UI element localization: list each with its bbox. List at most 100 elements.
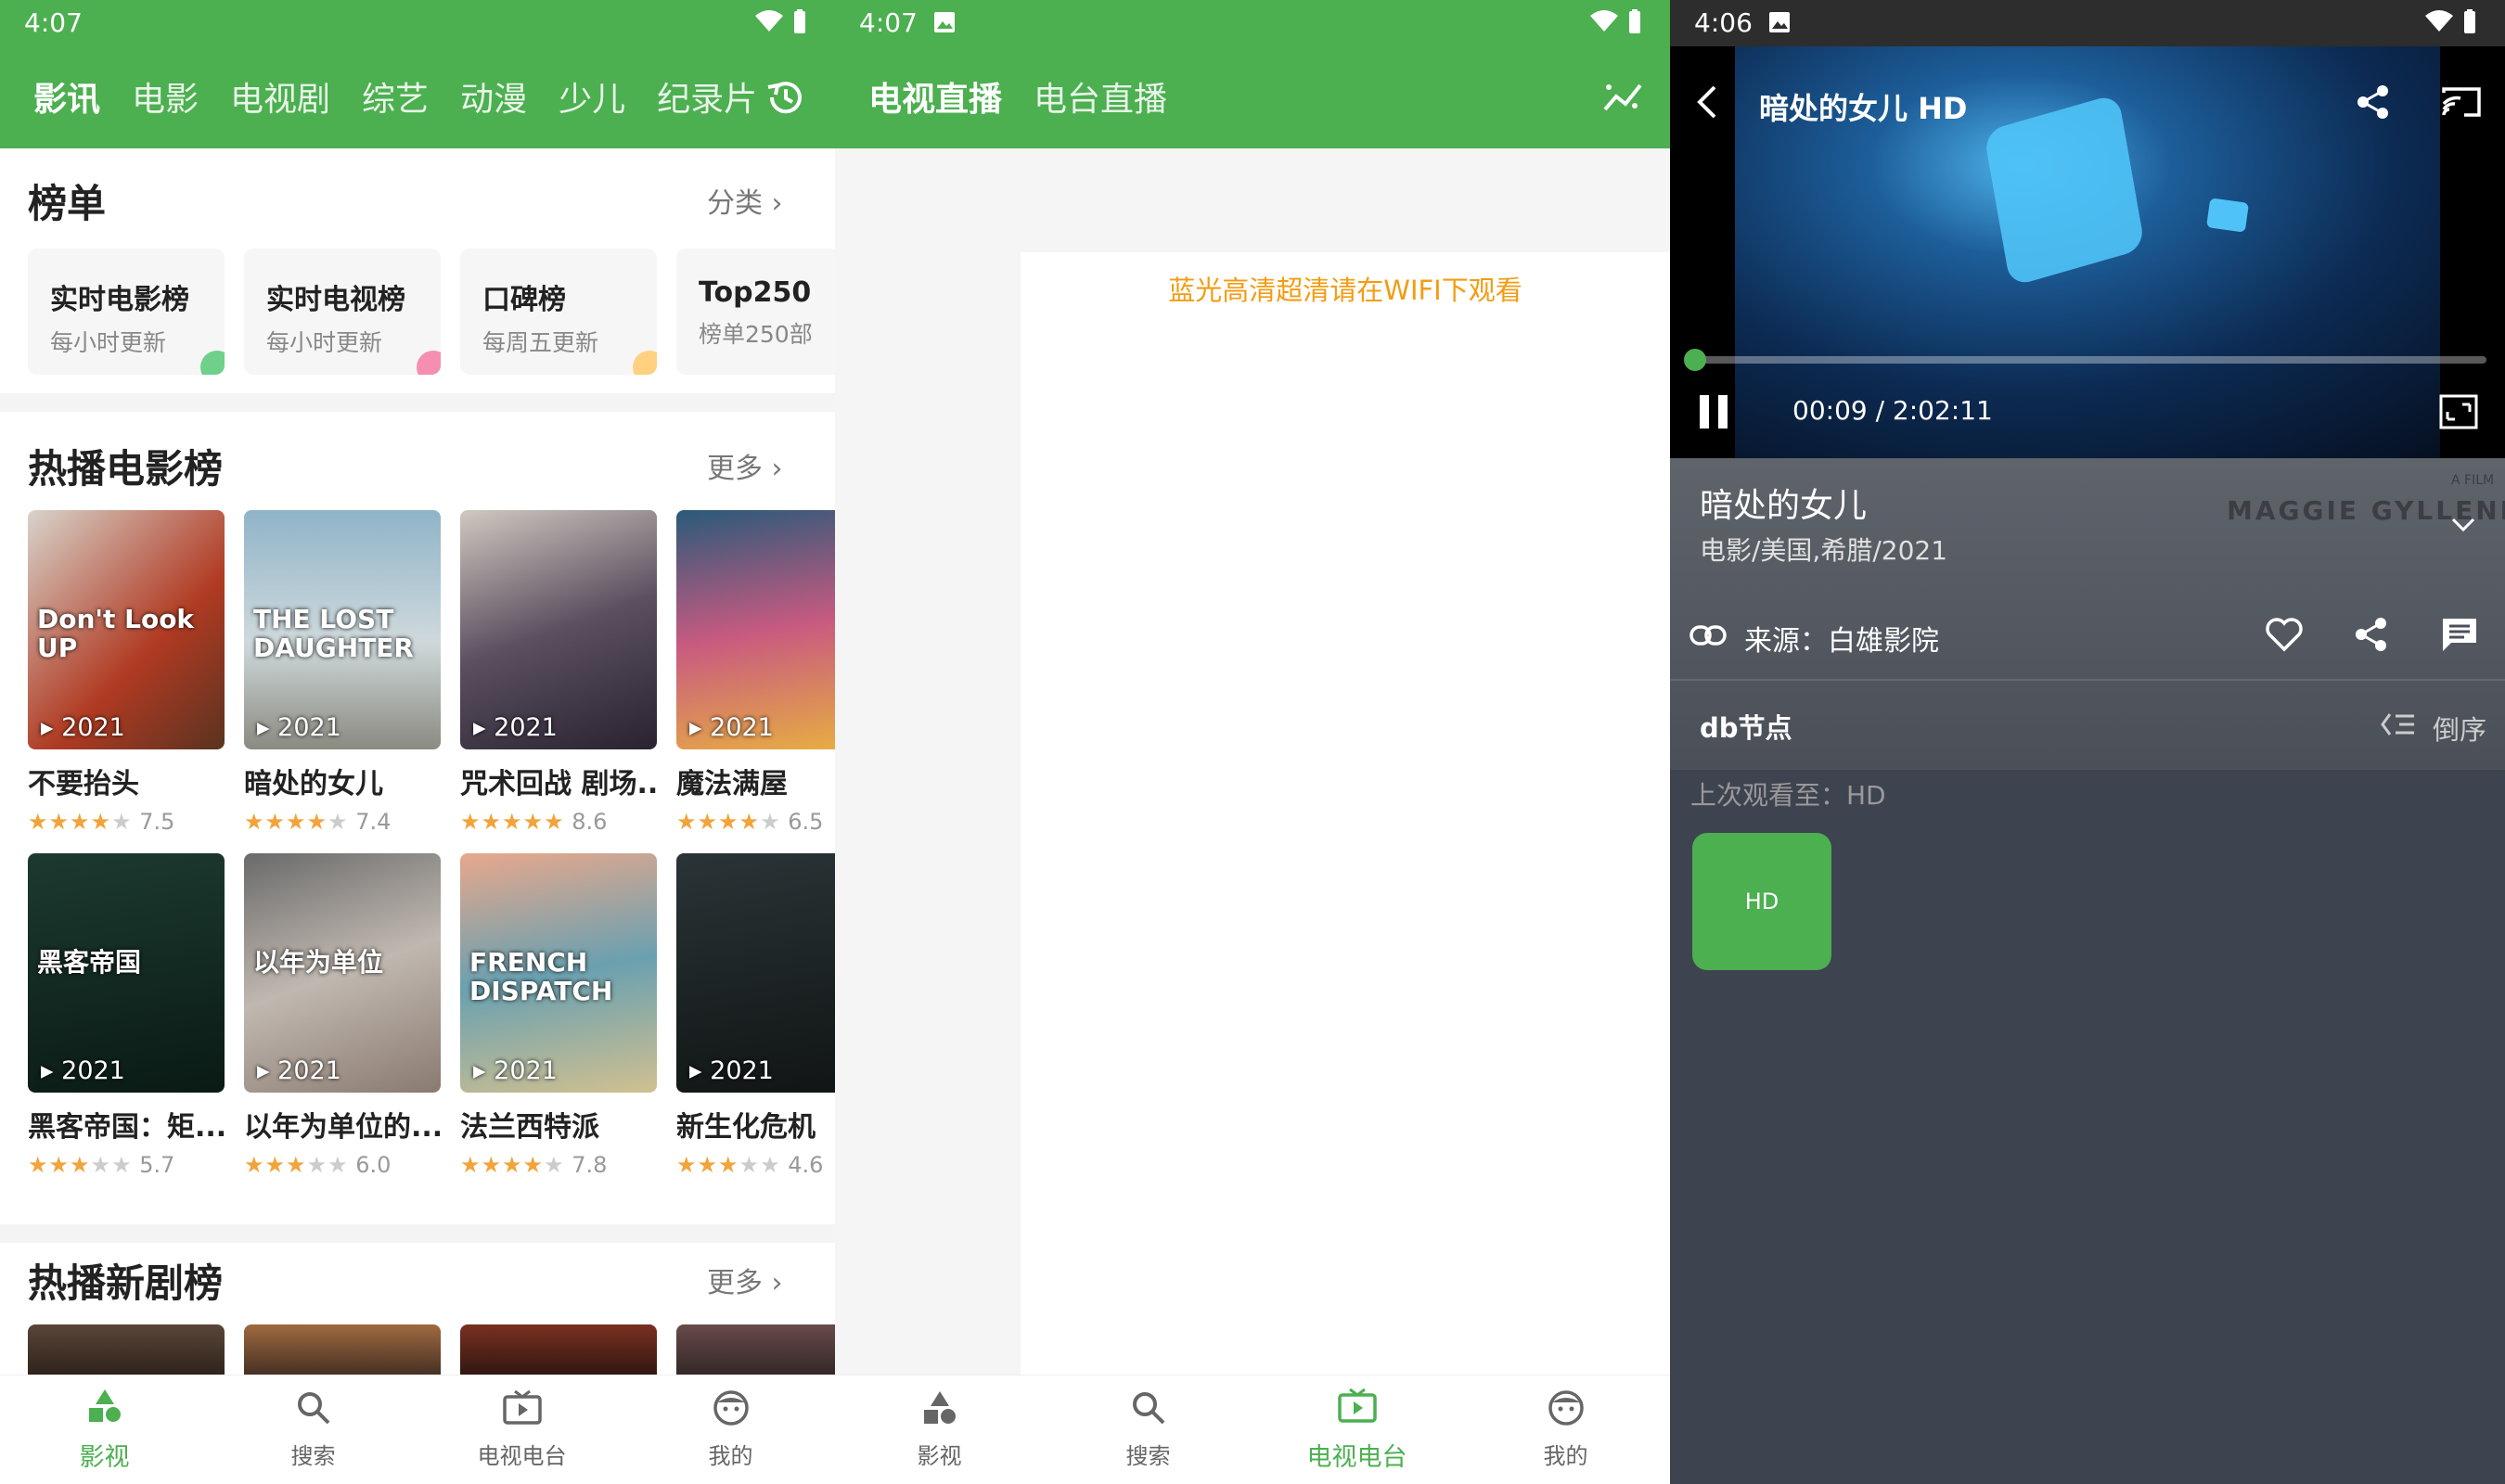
nav-我的[interactable]: 我的 <box>626 1375 835 1484</box>
source-label[interactable]: 来源：白雄影院 <box>1744 618 1939 659</box>
movie-card[interactable]: ▸ 2021 新生化危机 ★★★★★ 4.6 <box>676 853 835 1178</box>
section-divider <box>0 1224 835 1243</box>
seek-bar[interactable] <box>1683 349 2486 371</box>
seek-thumb[interactable] <box>1683 349 1706 371</box>
rank-card[interactable]: 口碑榜 每周五更新 <box>460 249 657 375</box>
movie-poster[interactable]: FRENCH DISPATCH ▸ 2021 <box>460 853 657 1093</box>
drama-section-title: 热播新剧榜 <box>28 1260 224 1306</box>
node-label[interactable]: db节点 <box>1700 707 1792 746</box>
nav-label: 电视电台 <box>477 1443 567 1469</box>
rank-card[interactable]: 实时电影榜 每小时更新 <box>28 249 225 375</box>
face-icon <box>713 1389 750 1432</box>
heart-icon[interactable] <box>2264 616 2305 653</box>
tab-2[interactable]: 电视剧 <box>230 72 330 121</box>
movie-name: 暗处的女儿 <box>244 768 383 800</box>
movie-card[interactable]: ▸ 2021 咒术回战 剧场... ★★★★★ 8.6 <box>460 510 657 835</box>
nav-label: 搜索 <box>1125 1443 1171 1469</box>
nav-搜索[interactable]: 搜索 <box>209 1375 418 1484</box>
rank-card[interactable]: Top250 榜单250部 <box>676 249 835 375</box>
movie-rating: ★★★★★ 4.6 <box>676 1152 835 1178</box>
rank-card-subtitle: 每周五更新 <box>482 329 599 356</box>
nav-电视电台[interactable]: 电视电台 <box>1252 1375 1461 1484</box>
chevron-down-icon[interactable] <box>2449 516 2477 534</box>
search-icon <box>295 1389 332 1432</box>
sort-icon[interactable] <box>2379 710 2416 738</box>
movie-card[interactable]: Don't Look UP ▸ 2021 不要抬头 ★★★★★ 7.5 <box>28 510 225 835</box>
movie-card[interactable]: 以年为单位 ▸ 2021 以年为单位的... ★★★★★ 6.0 <box>244 853 441 1178</box>
drama-poster[interactable] <box>676 1324 835 1380</box>
system-icons <box>1590 9 1642 33</box>
system-icons <box>2425 9 2477 33</box>
movie-rating: ★★★★★ 8.6 <box>460 809 657 835</box>
rank-card-subtitle: 每小时更新 <box>266 329 383 356</box>
movie-name: 法兰西特派 <box>460 1111 599 1144</box>
tab-4[interactable]: 动漫 <box>460 72 527 121</box>
share-icon[interactable] <box>2355 83 2392 121</box>
search-icon <box>1130 1389 1167 1432</box>
drama-poster[interactable] <box>28 1324 225 1380</box>
drama-poster[interactable] <box>244 1324 441 1380</box>
live-tab-0[interactable]: 电视直播 <box>868 72 1002 121</box>
nav-label: 搜索 <box>290 1443 336 1469</box>
rank-card-title: Top250 <box>699 276 812 309</box>
fullscreen-icon[interactable] <box>2438 393 2479 430</box>
movie-name: 黑客帝国：矩... <box>28 1111 225 1144</box>
category-tabs-bar: 影讯 电影 电视剧 综艺 动漫 少儿 纪录片 <box>0 46 835 148</box>
nav-影视[interactable]: 影视 <box>835 1375 1044 1484</box>
nav-影视[interactable]: 影视 <box>0 1375 209 1484</box>
tab-3[interactable]: 综艺 <box>362 72 429 121</box>
poster-text: Don't Look UP <box>37 604 195 663</box>
nav-我的[interactable]: 我的 <box>1461 1375 1670 1484</box>
rating-value: 8.6 <box>564 809 608 835</box>
movie-poster[interactable]: ▸ 2021 <box>460 510 657 749</box>
movie-poster[interactable]: Don't Look UP ▸ 2021 <box>28 510 225 749</box>
rank-category-link[interactable]: 分类 › <box>707 180 783 221</box>
movie-poster[interactable]: 以年为单位 ▸ 2021 <box>244 853 441 1093</box>
live-tab-1[interactable]: 电台直播 <box>1034 72 1167 121</box>
movie-name: 魔法满屋 <box>676 768 788 800</box>
movie-card[interactable]: FRENCH DISPATCH ▸ 2021 法兰西特派 ★★★★★ 7.8 <box>460 853 657 1178</box>
rating-value: 6.5 <box>780 809 824 835</box>
episode-button[interactable]: HD <box>1692 833 1831 970</box>
movie-card[interactable]: ▸ 2021 魔法满屋 ★★★★★ 6.5 <box>676 510 835 835</box>
comment-icon[interactable] <box>2440 616 2479 653</box>
movie-poster[interactable]: THE LOST DAUGHTER ▸ 2021 <box>244 510 441 749</box>
tv-icon <box>1337 1388 1378 1431</box>
status-bar: 4:07 <box>0 0 835 46</box>
trend-icon[interactable] <box>1601 78 1646 115</box>
movie-name: 新生化危机 <box>676 1111 816 1144</box>
movie-poster[interactable]: ▸ 2021 <box>676 853 835 1093</box>
movie-rating: ★★★★★ 6.0 <box>244 1152 441 1178</box>
image-notification-icon <box>934 12 955 32</box>
rating-value: 7.4 <box>348 809 392 835</box>
movie-poster[interactable]: 黑客帝国 ▸ 2021 <box>28 853 225 1093</box>
tab-0[interactable]: 影讯 <box>33 72 100 121</box>
movie-rating: ★★★★★ 7.4 <box>244 809 441 835</box>
movie-card[interactable]: 黑客帝国 ▸ 2021 黑客帝国：矩... ★★★★★ 5.7 <box>28 853 225 1178</box>
video-player[interactable] <box>1670 0 2505 458</box>
rating-stars: ★★★★★ <box>676 809 781 835</box>
drama-poster[interactable] <box>460 1324 657 1380</box>
rank-card[interactable]: 实时电视榜 每小时更新 <box>244 249 441 375</box>
share-icon[interactable] <box>2353 616 2390 653</box>
battery-icon <box>794 9 805 33</box>
drama-more-link[interactable]: 更多 › <box>707 1260 783 1300</box>
image-notification-icon <box>1769 12 1790 32</box>
history-icon[interactable] <box>764 76 807 119</box>
cast-icon[interactable] <box>2440 83 2483 121</box>
tab-5[interactable]: 少儿 <box>559 72 625 121</box>
rating-stars: ★★★★★ <box>244 1152 349 1178</box>
nav-电视电台[interactable]: 电视电台 <box>418 1375 626 1484</box>
movie-card[interactable]: THE LOST DAUGHTER ▸ 2021 暗处的女儿 ★★★★★ 7.4 <box>244 510 441 835</box>
tab-1[interactable]: 电影 <box>132 72 199 121</box>
back-arrow-icon[interactable] <box>1690 83 1724 121</box>
pause-icon[interactable] <box>1698 393 1729 430</box>
tab-6[interactable]: 纪录片 <box>657 72 757 121</box>
live-tv-screen: 4:07 电视直播电台直播 游戏影视户外131电视/经典电视/订阅1电视/中国电… <box>835 0 1670 1484</box>
rating-value: 6.0 <box>348 1152 392 1178</box>
rank-card-title: 口碑榜 <box>482 284 566 316</box>
nav-搜索[interactable]: 搜索 <box>1044 1375 1252 1484</box>
movie-poster[interactable]: ▸ 2021 <box>676 510 835 749</box>
movies-more-link[interactable]: 更多 › <box>707 445 783 486</box>
sort-order-button[interactable]: 倒序 <box>2433 709 2486 748</box>
